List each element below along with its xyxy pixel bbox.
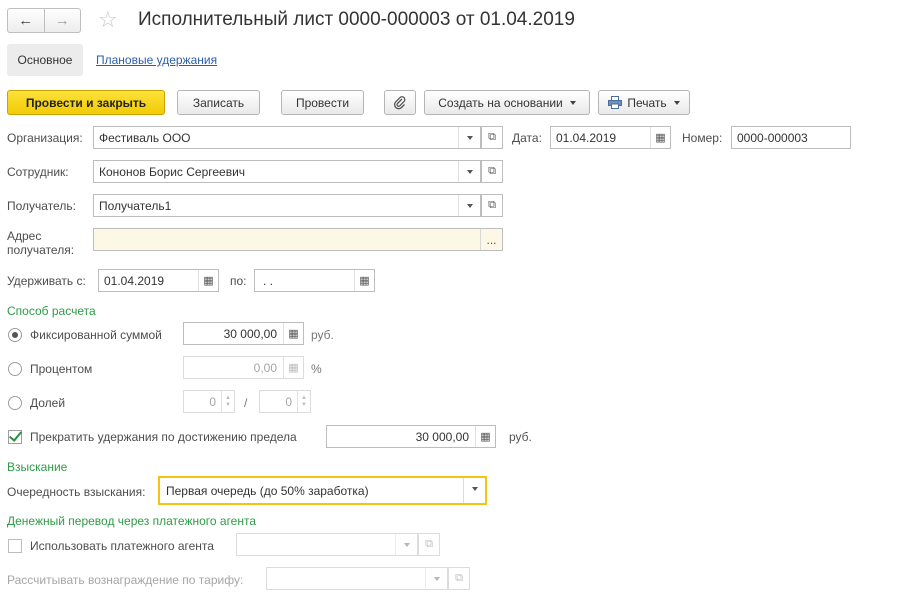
calc-method-section: Способ расчета bbox=[7, 304, 96, 318]
transfer-section: Денежный перевод через платежного агента bbox=[7, 514, 257, 528]
priority-field[interactable]: Первая очередь (до 50% заработка) bbox=[158, 476, 487, 505]
number-value: 0000-000003 bbox=[737, 131, 808, 145]
spinner-icon[interactable]: ▲ ▼ bbox=[297, 391, 310, 412]
use-agent-checkbox[interactable] bbox=[8, 539, 22, 553]
calendar-icon[interactable]: ▦ bbox=[650, 127, 670, 148]
calculator-icon[interactable]: ▦ bbox=[475, 426, 495, 447]
fixed-amount-radio[interactable] bbox=[8, 328, 22, 342]
open-agent-icon[interactable]: ⧉ bbox=[418, 533, 440, 556]
withhold-to-field[interactable]: . . ▦ bbox=[254, 269, 375, 292]
agent-field[interactable] bbox=[236, 533, 418, 556]
create-based-on-button[interactable]: Создать на основании bbox=[424, 90, 590, 115]
chevron-down-icon bbox=[569, 100, 576, 105]
attach-button[interactable] bbox=[384, 90, 416, 115]
number-field[interactable]: 0000-000003 bbox=[731, 126, 851, 149]
withhold-from-label: Удерживать с: bbox=[7, 274, 86, 288]
priority-value: Первая очередь (до 50% заработка) bbox=[166, 484, 369, 498]
post-button[interactable]: Провести bbox=[281, 90, 364, 115]
percent-field[interactable]: 0,00 ▦ bbox=[183, 356, 304, 379]
chevron-down-icon[interactable] bbox=[395, 534, 417, 555]
more-icon[interactable]: ... bbox=[480, 229, 502, 250]
employee-field[interactable]: Кононов Борис Сергеевич bbox=[93, 160, 481, 183]
use-agent-label: Использовать платежного агента bbox=[30, 539, 214, 553]
arrow-right-icon[interactable]: → bbox=[43, 9, 81, 32]
calculator-icon[interactable]: ▦ bbox=[283, 357, 303, 378]
percent-radio[interactable] bbox=[8, 362, 22, 376]
calendar-icon[interactable]: ▦ bbox=[354, 270, 374, 291]
stop-limit-value: 30 000,00 bbox=[415, 430, 469, 444]
open-recipient-icon[interactable]: ⧉ bbox=[481, 194, 503, 217]
share-denominator-value: 0 bbox=[285, 395, 292, 409]
organization-field[interactable]: Фестиваль ООО bbox=[93, 126, 481, 149]
share-denominator-field[interactable]: 0 ▲ ▼ bbox=[259, 390, 311, 413]
recipient-value: Получатель1 bbox=[99, 199, 172, 213]
stop-limit-field[interactable]: 30 000,00 ▦ bbox=[326, 425, 496, 448]
share-label: Долей bbox=[30, 396, 66, 410]
date-field[interactable]: 01.04.2019 ▦ bbox=[550, 126, 671, 149]
fixed-amount-value: 30 000,00 bbox=[223, 327, 277, 341]
chevron-down-icon bbox=[673, 100, 680, 105]
fee-tariff-label: Рассчитывать вознаграждение по тарифу: bbox=[7, 573, 244, 587]
percent-value: 0,00 bbox=[253, 361, 277, 375]
employee-value: Кононов Борис Сергеевич bbox=[99, 165, 246, 179]
fixed-amount-label: Фиксированной суммой bbox=[30, 328, 162, 342]
open-tariff-icon[interactable]: ⧉ bbox=[448, 567, 470, 590]
calculator-icon[interactable]: ▦ bbox=[283, 323, 303, 344]
fixed-unit: руб. bbox=[311, 328, 334, 342]
star-icon[interactable]: ☆ bbox=[98, 8, 118, 32]
recipient-field[interactable]: Получатель1 bbox=[93, 194, 481, 217]
tab-main[interactable]: Основное bbox=[7, 44, 83, 76]
withhold-from-value: 01.04.2019 bbox=[104, 274, 165, 288]
share-numerator-field[interactable]: 0 ▲ ▼ bbox=[183, 390, 235, 413]
navigation-group: ← → bbox=[7, 8, 81, 33]
chevron-down-icon[interactable] bbox=[425, 568, 447, 589]
chevron-down-icon[interactable] bbox=[458, 195, 480, 216]
address-field[interactable]: ... bbox=[93, 228, 503, 251]
address-label: Адрес получателя: bbox=[7, 229, 74, 257]
recovery-section: Взыскание bbox=[7, 460, 68, 474]
arrow-left-icon[interactable]: ← bbox=[8, 9, 44, 32]
chevron-down-icon[interactable] bbox=[458, 127, 480, 148]
percent-label: Процентом bbox=[30, 362, 93, 376]
employee-label: Сотрудник: bbox=[7, 165, 69, 179]
priority-label: Очередность взыскания: bbox=[7, 485, 146, 499]
printer-icon bbox=[608, 96, 623, 109]
organization-value: Фестиваль ООО bbox=[99, 131, 191, 145]
address-label-line1: Адрес bbox=[7, 229, 42, 243]
spinner-icon[interactable]: ▲ ▼ bbox=[221, 391, 234, 412]
stop-limit-label: Прекратить удержания по достижению преде… bbox=[30, 430, 297, 444]
organization-label: Организация: bbox=[7, 131, 83, 145]
open-organization-icon[interactable]: ⧉ bbox=[481, 126, 503, 149]
fixed-amount-field[interactable]: 30 000,00 ▦ bbox=[183, 322, 304, 345]
date-label: Дата: bbox=[512, 131, 542, 145]
calendar-icon[interactable]: ▦ bbox=[198, 270, 218, 291]
chevron-down-icon[interactable] bbox=[463, 478, 485, 503]
save-button[interactable]: Записать bbox=[177, 90, 260, 115]
fee-tariff-field[interactable] bbox=[266, 567, 448, 590]
stop-limit-checkbox[interactable] bbox=[8, 430, 22, 444]
stop-limit-unit: руб. bbox=[509, 430, 532, 444]
tab-planned-deductions[interactable]: Плановые удержания bbox=[96, 53, 217, 67]
print-label: Печать bbox=[627, 95, 667, 110]
recipient-label: Получатель: bbox=[7, 199, 76, 213]
withhold-to-value: . . bbox=[263, 274, 274, 288]
to-label: по: bbox=[230, 274, 247, 288]
share-numerator-value: 0 bbox=[209, 395, 216, 409]
address-label-line2: получателя: bbox=[7, 243, 75, 257]
number-label: Номер: bbox=[682, 131, 723, 145]
share-radio[interactable] bbox=[8, 396, 22, 410]
window-title: Исполнительный лист 0000-000003 от 01.04… bbox=[138, 9, 575, 30]
print-button[interactable]: Печать bbox=[598, 90, 690, 115]
percent-unit: % bbox=[311, 362, 322, 376]
chevron-down-icon[interactable] bbox=[458, 161, 480, 182]
post-and-close-button[interactable]: Провести и закрыть bbox=[7, 90, 165, 115]
paperclip-icon bbox=[393, 95, 406, 109]
date-value: 01.04.2019 bbox=[556, 131, 617, 145]
open-employee-icon[interactable]: ⧉ bbox=[481, 160, 503, 183]
withhold-from-field[interactable]: 01.04.2019 ▦ bbox=[98, 269, 219, 292]
share-separator: / bbox=[244, 396, 248, 410]
create-based-on-label: Создать на основании bbox=[438, 95, 563, 110]
